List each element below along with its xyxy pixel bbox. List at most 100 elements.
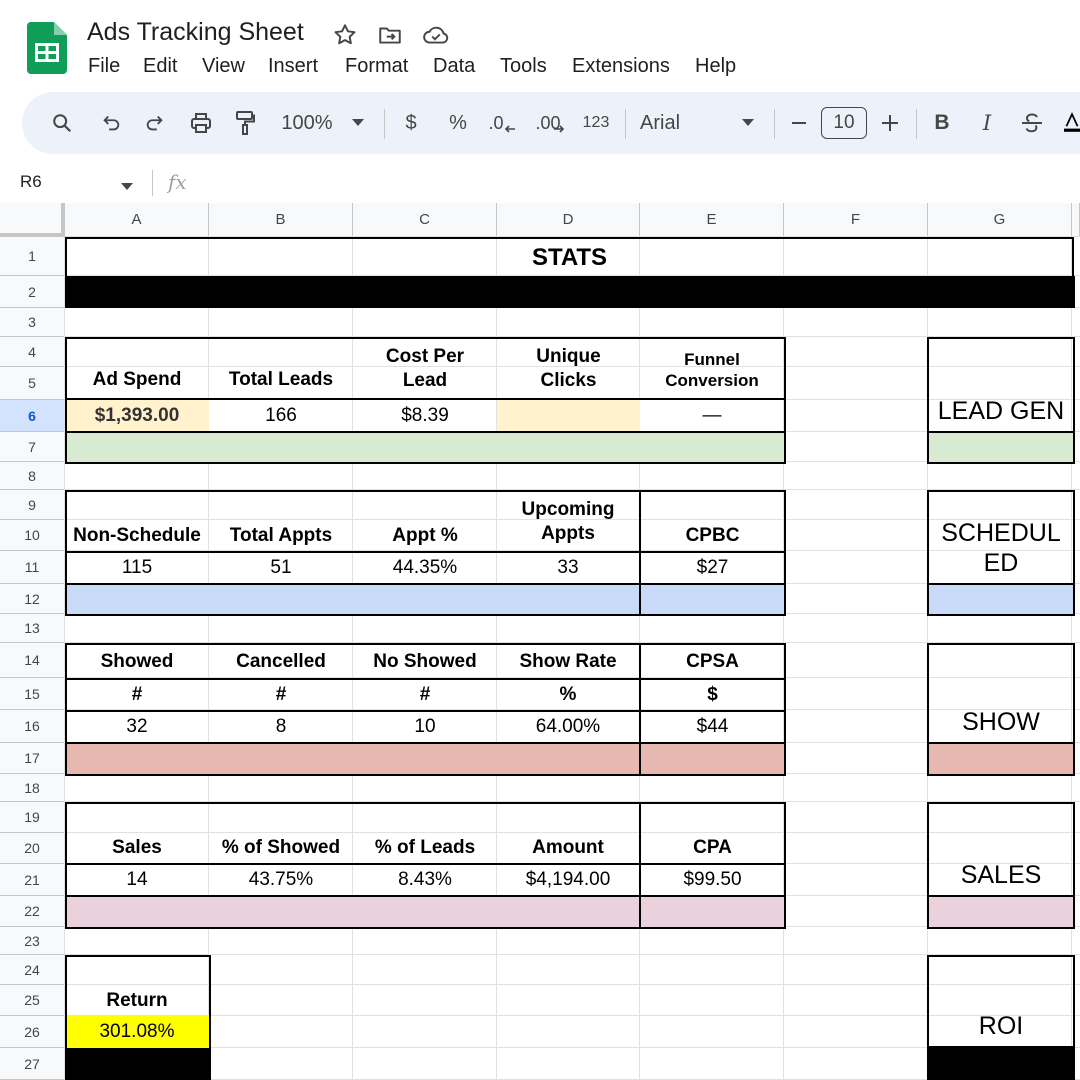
column-header-partial[interactable] [1072,203,1080,237]
header-total-leads[interactable]: Total Leads [209,340,353,398]
font-dropdown-icon[interactable] [738,92,758,154]
header-ad-spend[interactable]: Ad Spend [65,340,209,398]
value-no-showed[interactable]: 10 [353,712,497,742]
format-percent-button[interactable]: % [445,92,471,154]
menu-format[interactable]: Format [345,55,408,78]
row-header-17[interactable]: 17 [0,743,65,774]
row-header-8[interactable]: 8 [0,462,65,490]
row-header-22[interactable]: 22 [0,896,65,927]
header-amount[interactable]: Amount [497,805,639,863]
header-appt-percent[interactable]: Appt % [353,493,497,551]
name-box[interactable]: R6 [20,172,42,192]
header-sales[interactable]: Sales [65,805,209,863]
row-header-19[interactable]: 19 [0,802,65,833]
side-label-sales[interactable]: SALES [929,857,1073,895]
search-menus-icon[interactable] [48,92,76,154]
column-header-e[interactable]: E [640,203,784,237]
menu-file[interactable]: File [88,55,120,78]
row-header-21[interactable]: 21 [0,864,65,896]
zoom-dropdown-icon[interactable] [348,92,368,154]
row-header-24[interactable]: 24 [0,955,65,985]
header-cost-per-lead[interactable]: Cost Per Lead [353,340,497,398]
header-cancelled[interactable]: Cancelled [209,645,353,678]
row-header-27[interactable]: 27 [0,1048,65,1080]
header-percent-of-showed[interactable]: % of Showed [209,805,353,863]
column-header-c[interactable]: C [353,203,497,237]
side-label-show[interactable]: SHOW [929,704,1073,742]
header-percent-of-leads[interactable]: % of Leads [353,805,497,863]
value-cpsa[interactable]: $44 [641,712,784,742]
value-sales[interactable]: 14 [65,865,209,895]
cloud-saved-icon[interactable] [422,22,449,48]
unit-cancelled[interactable]: # [209,680,353,710]
row-header-3[interactable]: 3 [0,308,65,337]
column-header-b[interactable]: B [209,203,353,237]
decrease-font-size-icon[interactable] [786,92,812,154]
header-funnel-conversion[interactable]: Funnel Conversion [640,345,784,395]
row-header-1[interactable]: 1 [0,237,65,276]
row-header-20[interactable]: 20 [0,833,65,864]
value-non-schedule[interactable]: 115 [65,553,209,583]
value-cpbc[interactable]: $27 [641,553,784,583]
row-header-9[interactable]: 9 [0,490,65,520]
row-header-26[interactable]: 26 [0,1016,65,1048]
strikethrough-icon[interactable] [1018,92,1046,154]
value-amount[interactable]: $4,194.00 [497,865,639,895]
font-size-input[interactable]: 10 [821,107,867,139]
side-label-roi[interactable]: ROI [929,1008,1073,1046]
italic-button[interactable]: I [975,92,999,154]
header-unique-clicks[interactable]: Unique Clicks [497,340,640,398]
row-header-25[interactable]: 25 [0,985,65,1016]
header-show-rate[interactable]: Show Rate [497,645,639,678]
header-upcoming-appts[interactable]: Upcoming Appts [497,493,639,551]
bold-button[interactable]: B [930,92,954,154]
row-header-14[interactable]: 14 [0,643,65,678]
value-showed[interactable]: 32 [65,712,209,742]
header-cpsa[interactable]: CPSA [641,645,784,678]
value-cancelled[interactable]: 8 [209,712,353,742]
sheets-logo-icon[interactable] [27,22,67,74]
column-header-a[interactable]: A [65,203,209,237]
value-total-leads[interactable]: 166 [209,400,353,432]
menu-edit[interactable]: Edit [143,55,177,78]
unit-cpsa[interactable]: $ [641,680,784,710]
value-show-rate[interactable]: 64.00% [497,712,639,742]
row-header-10[interactable]: 10 [0,520,65,551]
header-showed[interactable]: Showed [65,645,209,678]
value-percent-of-showed[interactable]: 43.75% [209,865,353,895]
header-total-appts[interactable]: Total Appts [209,493,353,551]
more-formats-button[interactable]: 123 [580,92,612,154]
value-cost-per-lead[interactable]: $8.39 [353,400,497,432]
select-all-corner[interactable] [0,203,65,237]
menu-view[interactable]: View [202,55,245,78]
row-header-23[interactable]: 23 [0,927,65,955]
row-header-5[interactable]: 5 [0,367,65,400]
header-cpbc[interactable]: CPBC [641,493,784,551]
value-ad-spend[interactable]: $1,393.00 [65,400,209,432]
row-header-4[interactable]: 4 [0,337,65,367]
row-header-13[interactable]: 13 [0,614,65,643]
document-title[interactable]: Ads Tracking Sheet [87,18,304,47]
paint-format-icon[interactable] [231,92,259,154]
menu-tools[interactable]: Tools [500,55,547,78]
menu-insert[interactable]: Insert [268,55,318,78]
header-return[interactable]: Return [65,985,209,1016]
row-header-18[interactable]: 18 [0,774,65,802]
font-size-box[interactable]: 10 [820,92,868,154]
value-cpa[interactable]: $99.50 [641,865,784,895]
menu-help[interactable]: Help [695,55,736,78]
increase-font-size-icon[interactable] [877,92,903,154]
decrease-decimal-button[interactable]: .0 [487,92,517,154]
row-header-15[interactable]: 15 [0,678,65,710]
row-header-11[interactable]: 11 [0,551,65,584]
format-currency-button[interactable]: $ [399,92,423,154]
redo-icon[interactable] [141,92,169,154]
value-funnel-conversion[interactable]: — [640,400,784,432]
column-header-d[interactable]: D [497,203,640,237]
row-header-7[interactable]: 7 [0,432,65,462]
unit-show-rate[interactable]: % [497,680,639,710]
font-select[interactable]: Arial [640,92,720,154]
header-cpa[interactable]: CPA [641,805,784,863]
row-header-12[interactable]: 12 [0,584,65,614]
header-non-schedule[interactable]: Non-Schedule [65,493,209,551]
